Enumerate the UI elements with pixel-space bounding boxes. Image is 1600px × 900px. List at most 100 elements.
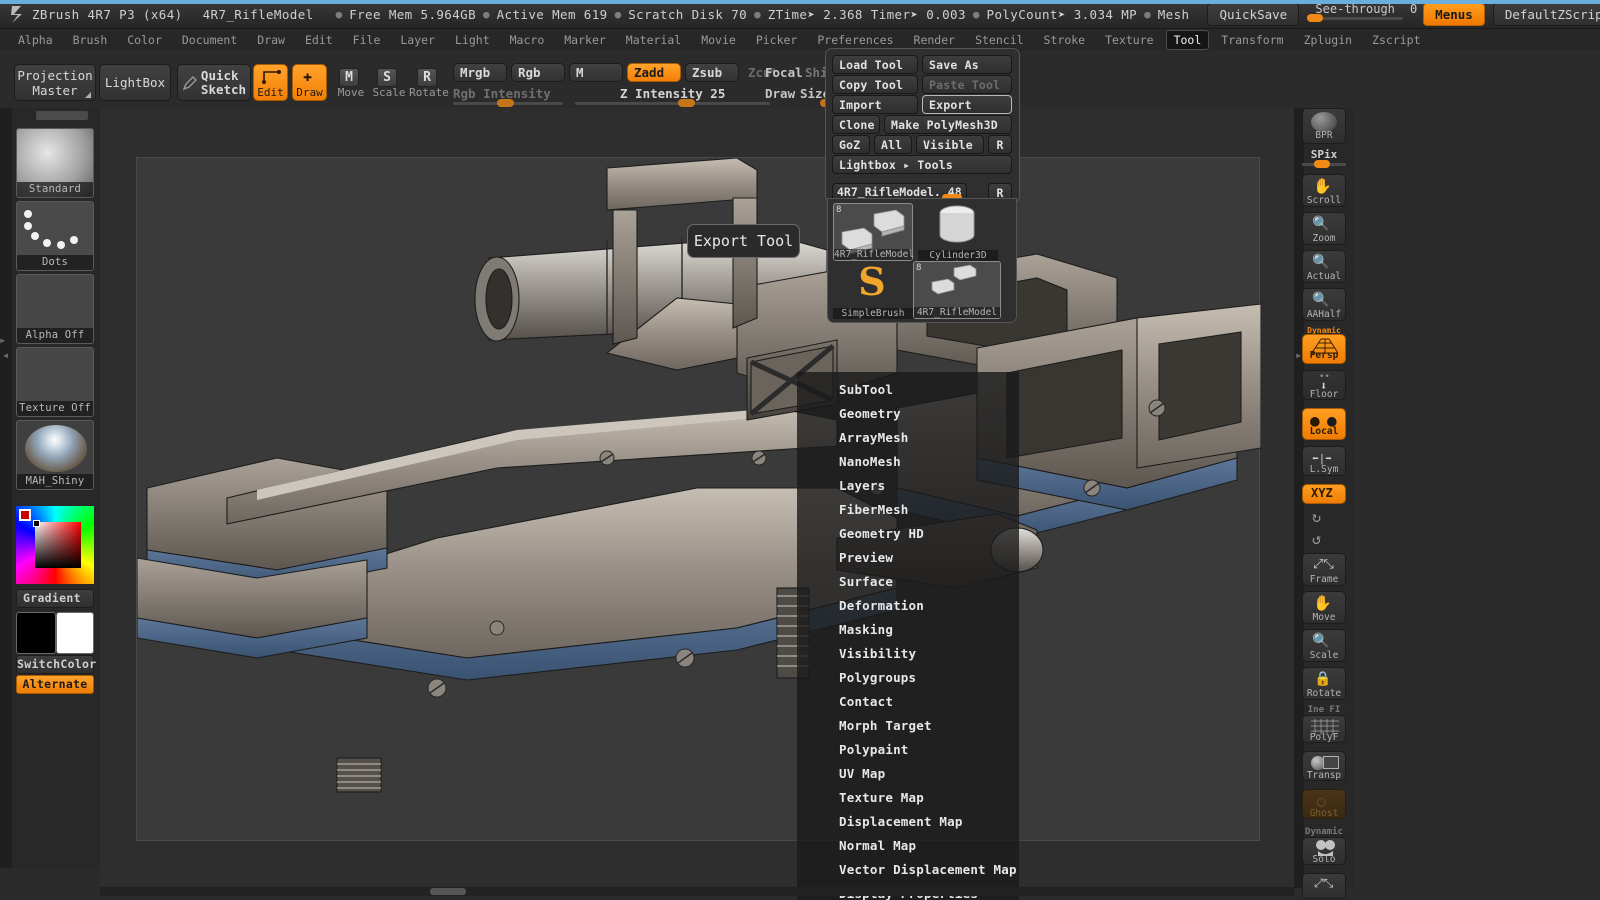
draw-button[interactable]: ✚ Draw [292, 64, 327, 101]
all-button[interactable]: All [874, 135, 912, 154]
see-through-knob[interactable] [1307, 14, 1324, 22]
thumb-4r7-riflemodel-active[interactable]: 8 4R7_RifleModel [913, 261, 1001, 319]
brush-quickpick-bar[interactable] [36, 111, 88, 120]
menu-render[interactable]: Render [906, 30, 964, 50]
menu-tool[interactable]: Tool [1165, 29, 1210, 50]
alpha-swatch[interactable]: Alpha Off [16, 274, 94, 344]
menu-transform[interactable]: Transform [1213, 30, 1291, 50]
tool-menu-fibermesh[interactable]: FiberMesh [839, 502, 909, 517]
export-button[interactable]: Export [922, 95, 1012, 114]
edit-button[interactable]: Edit [253, 64, 288, 101]
import-button[interactable]: Import [832, 95, 918, 114]
menu-light[interactable]: Light [447, 30, 498, 50]
menu-file[interactable]: File [345, 30, 389, 50]
tool-menu-surface[interactable]: Surface [839, 574, 893, 589]
rotate-ccw-icon[interactable]: ↻ [1312, 508, 1321, 526]
rotate-cw-icon[interactable]: ↺ [1312, 530, 1321, 548]
menu-zplugin[interactable]: Zplugin [1296, 30, 1360, 50]
paste-tool-button[interactable]: Paste Tool [922, 75, 1012, 94]
frame-nav-button-bottom[interactable]: ⤢⤡ [1302, 873, 1346, 899]
copy-tool-button[interactable]: Copy Tool [832, 75, 918, 94]
z-intensity-knob[interactable] [678, 99, 695, 107]
quicksave-button[interactable]: QuickSave [1207, 2, 1300, 26]
tool-menu-geometry-hd[interactable]: Geometry HD [839, 526, 924, 541]
menu-material[interactable]: Material [618, 30, 689, 50]
rgb-button[interactable]: Rgb [511, 63, 565, 82]
tool-menu-polygroups[interactable]: Polygroups [839, 670, 916, 685]
color-picker[interactable] [16, 506, 94, 584]
tray-expand-arrow-icon[interactable]: ▸ [0, 333, 6, 347]
tool-menu-vector-displacement-map[interactable]: Vector Displacement Map [839, 862, 1017, 877]
tool-menu-subtool[interactable]: SubTool [839, 382, 893, 397]
tool-menu-texture-map[interactable]: Texture Map [839, 790, 924, 805]
spix-slider-knob[interactable] [1314, 160, 1330, 168]
menu-draw[interactable]: Draw [249, 30, 293, 50]
rotate-button[interactable]: R Rotate [409, 68, 449, 101]
visible-r-button[interactable]: R [988, 135, 1012, 154]
menu-stroke[interactable]: Stroke [1036, 30, 1094, 50]
scrollbar-grip[interactable] [430, 888, 466, 895]
tool-menu-layers[interactable]: Layers [839, 478, 885, 493]
menu-document[interactable]: Document [174, 30, 245, 50]
tool-menu-morph-target[interactable]: Morph Target [839, 718, 932, 733]
menus-toggle-button[interactable]: Menus [1423, 2, 1485, 26]
document-area[interactable]: SubTool Geometry ArrayMesh NanoMesh Laye… [136, 157, 1261, 900]
color-picker-sv-field[interactable] [33, 520, 81, 568]
menu-stencil[interactable]: Stencil [967, 30, 1031, 50]
main-color-swatch[interactable] [16, 612, 56, 654]
thumb-4r7-riflemodel[interactable]: 8 4R7_RifleModel [833, 203, 914, 261]
tool-menu-arraymesh[interactable]: ArrayMesh [839, 430, 909, 445]
zscript-button[interactable]: DefaultZScript [1492, 2, 1600, 26]
thumb-cylinder3d[interactable]: Cylinder3D [918, 203, 998, 261]
tool-menu-polypaint[interactable]: Polypaint [839, 742, 909, 757]
visible-button[interactable]: Visible [916, 135, 984, 154]
stroke-swatch[interactable]: Dots [16, 201, 94, 271]
menu-preferences[interactable]: Preferences [809, 30, 901, 50]
projection-master-button[interactable]: Projection Master [14, 64, 96, 101]
tool-menu-geometry[interactable]: Geometry [839, 406, 901, 421]
lightbox-button[interactable]: LightBox [99, 64, 171, 101]
tool-menu-contact[interactable]: Contact [839, 694, 893, 709]
menu-movie[interactable]: Movie [693, 30, 744, 50]
alternate-button[interactable]: Alternate [16, 675, 94, 694]
clone-button[interactable]: Clone [832, 115, 880, 134]
zadd-button[interactable]: Zadd [627, 63, 681, 82]
menu-color[interactable]: Color [119, 30, 170, 50]
texture-swatch[interactable]: Texture Off [16, 347, 94, 417]
menu-edit[interactable]: Edit [297, 30, 341, 50]
tool-menu-deformation[interactable]: Deformation [839, 598, 924, 613]
tool-menu-uv-map[interactable]: UV Map [839, 766, 885, 781]
rifle-model-3d[interactable] [137, 158, 1261, 842]
menu-layer[interactable]: Layer [392, 30, 443, 50]
tool-menu-masking[interactable]: Masking [839, 622, 893, 637]
switch-color-button[interactable]: SwitchColor [16, 655, 96, 674]
tray-collapse-arrow-icon[interactable]: ◂ [2, 348, 9, 362]
mrgb-button[interactable]: Mrgb [453, 63, 507, 82]
tool-menu-preview[interactable]: Preview [839, 550, 893, 565]
goz-button[interactable]: GoZ [832, 135, 870, 154]
z-intensity-track[interactable] [575, 102, 770, 105]
horizontal-scrollbar[interactable] [100, 887, 1294, 896]
make-polymesh3d-button[interactable]: Make PolyMesh3D [884, 115, 1012, 134]
secondary-color-swatch[interactable] [56, 612, 94, 654]
canvas-area[interactable]: SubTool Geometry ArrayMesh NanoMesh Laye… [100, 108, 1294, 900]
move-button[interactable]: M Move [333, 68, 369, 101]
xyz-button[interactable]: XYZ [1302, 484, 1346, 504]
menu-marker[interactable]: Marker [556, 30, 614, 50]
material-swatch[interactable]: MAH_Shiny [16, 420, 94, 490]
see-through-slider[interactable]: See-through 0 [1307, 2, 1417, 24]
m-button[interactable]: M [569, 63, 623, 82]
menu-zscript[interactable]: Zscript [1364, 30, 1428, 50]
tool-menu-normal-map[interactable]: Normal Map [839, 838, 916, 853]
tool-menu-displacement-map[interactable]: Displacement Map [839, 814, 963, 829]
menu-alpha[interactable]: Alpha [10, 30, 61, 50]
menu-texture[interactable]: Texture [1097, 30, 1161, 50]
zsub-button[interactable]: Zsub [685, 63, 739, 82]
brush-swatch[interactable]: Standard [16, 128, 94, 198]
menu-picker[interactable]: Picker [748, 30, 806, 50]
thumb-simplebrush[interactable]: S SimpleBrush [833, 259, 913, 319]
rgb-intensity-knob[interactable] [497, 99, 514, 107]
quick-sketch-button[interactable]: Quick Sketch [177, 64, 251, 101]
lightbox-tools-button[interactable]: Lightbox ▸ Tools [832, 155, 1012, 174]
menu-brush[interactable]: Brush [65, 30, 116, 50]
